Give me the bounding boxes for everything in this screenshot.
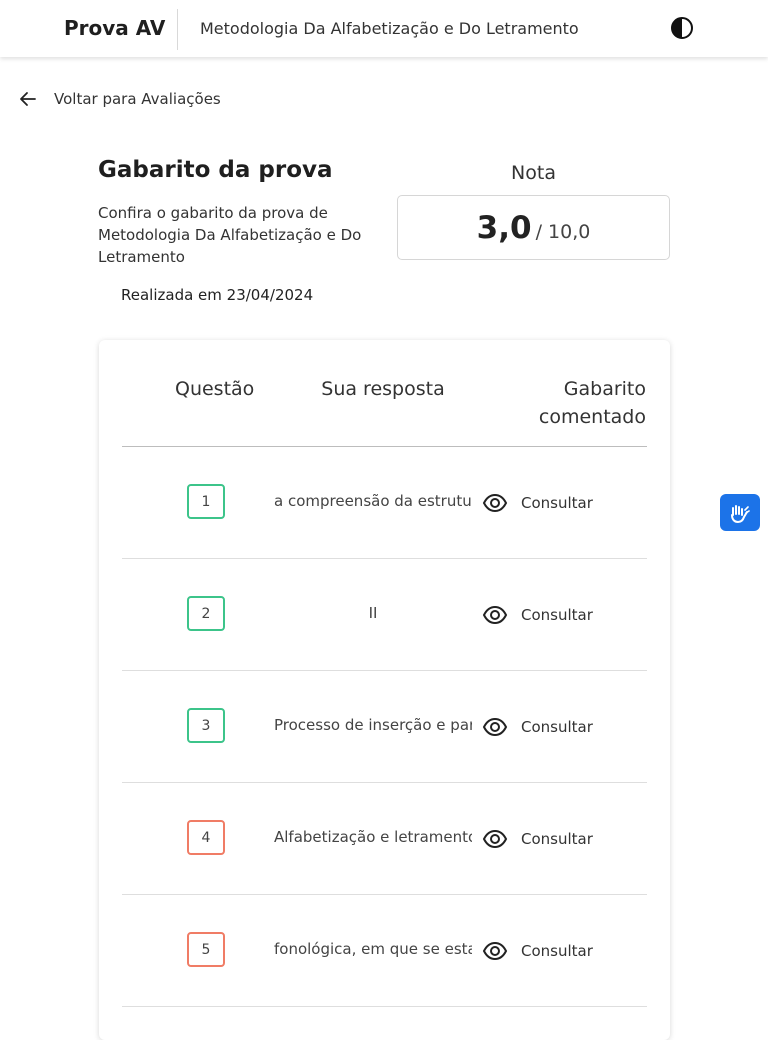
table-row: 5 fonológica, em que se estal Consultar xyxy=(122,895,647,1007)
table-row: 1 a compreensão da estrutura Consultar xyxy=(122,447,647,559)
your-answer: Alfabetização e letramento xyxy=(274,828,472,846)
page-title: Gabarito da prova xyxy=(98,157,333,183)
consult-label: Consultar xyxy=(521,942,593,960)
brand-title: Prova AV xyxy=(64,16,166,40)
your-answer: fonológica, em que se estal xyxy=(274,940,472,958)
completion-date: Realizada em 23/04/2024 xyxy=(121,286,314,304)
course-title: Metodologia Da Alfabetização e Do Letram… xyxy=(200,19,579,38)
eye-icon xyxy=(482,493,508,513)
question-number-badge[interactable]: 3 xyxy=(187,708,225,743)
row-divider xyxy=(122,1006,647,1007)
question-number-badge[interactable]: 5 xyxy=(187,932,225,967)
sign-language-hands-icon xyxy=(731,504,750,523)
column-header-question: Questão xyxy=(175,378,255,400)
accessibility-widget-button[interactable] xyxy=(720,494,760,531)
column-header-key: Gabarito comentado xyxy=(538,378,646,428)
eye-icon xyxy=(482,829,508,849)
arrow-left-icon xyxy=(20,92,36,106)
contrast-icon xyxy=(671,17,693,39)
back-link-label: Voltar para Avaliações xyxy=(54,90,221,108)
consult-label: Consultar xyxy=(521,718,593,736)
column-header-answer: Sua resposta xyxy=(321,378,445,400)
consult-label: Consultar xyxy=(521,606,593,624)
consult-button[interactable]: Consultar xyxy=(482,714,593,740)
consult-button[interactable]: Consultar xyxy=(482,490,593,516)
consult-button[interactable]: Consultar xyxy=(482,826,593,852)
consult-button[interactable]: Consultar xyxy=(482,938,593,964)
grade-value: 3,0 xyxy=(476,209,532,246)
eye-icon xyxy=(482,717,508,737)
table-row: 3 Processo de inserção e par Consultar xyxy=(122,671,647,783)
grade-box: 3,0 / 10,0 xyxy=(397,195,670,260)
back-to-evaluations-link[interactable]: Voltar para Avaliações xyxy=(18,86,221,112)
table-row: 4 Alfabetização e letramento Consultar xyxy=(122,783,647,895)
grade-total: / 10,0 xyxy=(535,220,591,243)
your-answer: II xyxy=(368,604,378,622)
your-answer: Processo de inserção e par xyxy=(274,716,472,734)
eye-icon xyxy=(482,605,508,625)
contrast-toggle-button[interactable] xyxy=(670,16,694,40)
consult-label: Consultar xyxy=(521,494,593,512)
consult-button[interactable]: Consultar xyxy=(482,602,593,628)
table-row: 2 II Consultar xyxy=(122,559,647,671)
consult-label: Consultar xyxy=(521,830,593,848)
your-answer: a compreensão da estrutura xyxy=(274,492,472,510)
question-number-badge[interactable]: 2 xyxy=(187,596,225,631)
top-bar: Prova AV Metodologia Da Alfabetização e … xyxy=(0,0,768,57)
eye-icon xyxy=(482,941,508,961)
grade-label: Nota xyxy=(511,162,556,184)
page-subtitle: Confira o gabarito da prova de Metodolog… xyxy=(98,204,362,266)
question-number-badge[interactable]: 4 xyxy=(187,820,225,855)
topbar-divider xyxy=(177,9,178,50)
question-number-badge[interactable]: 1 xyxy=(187,484,225,519)
answer-key-card: Questão Sua resposta Gabarito comentado … xyxy=(99,340,670,1040)
